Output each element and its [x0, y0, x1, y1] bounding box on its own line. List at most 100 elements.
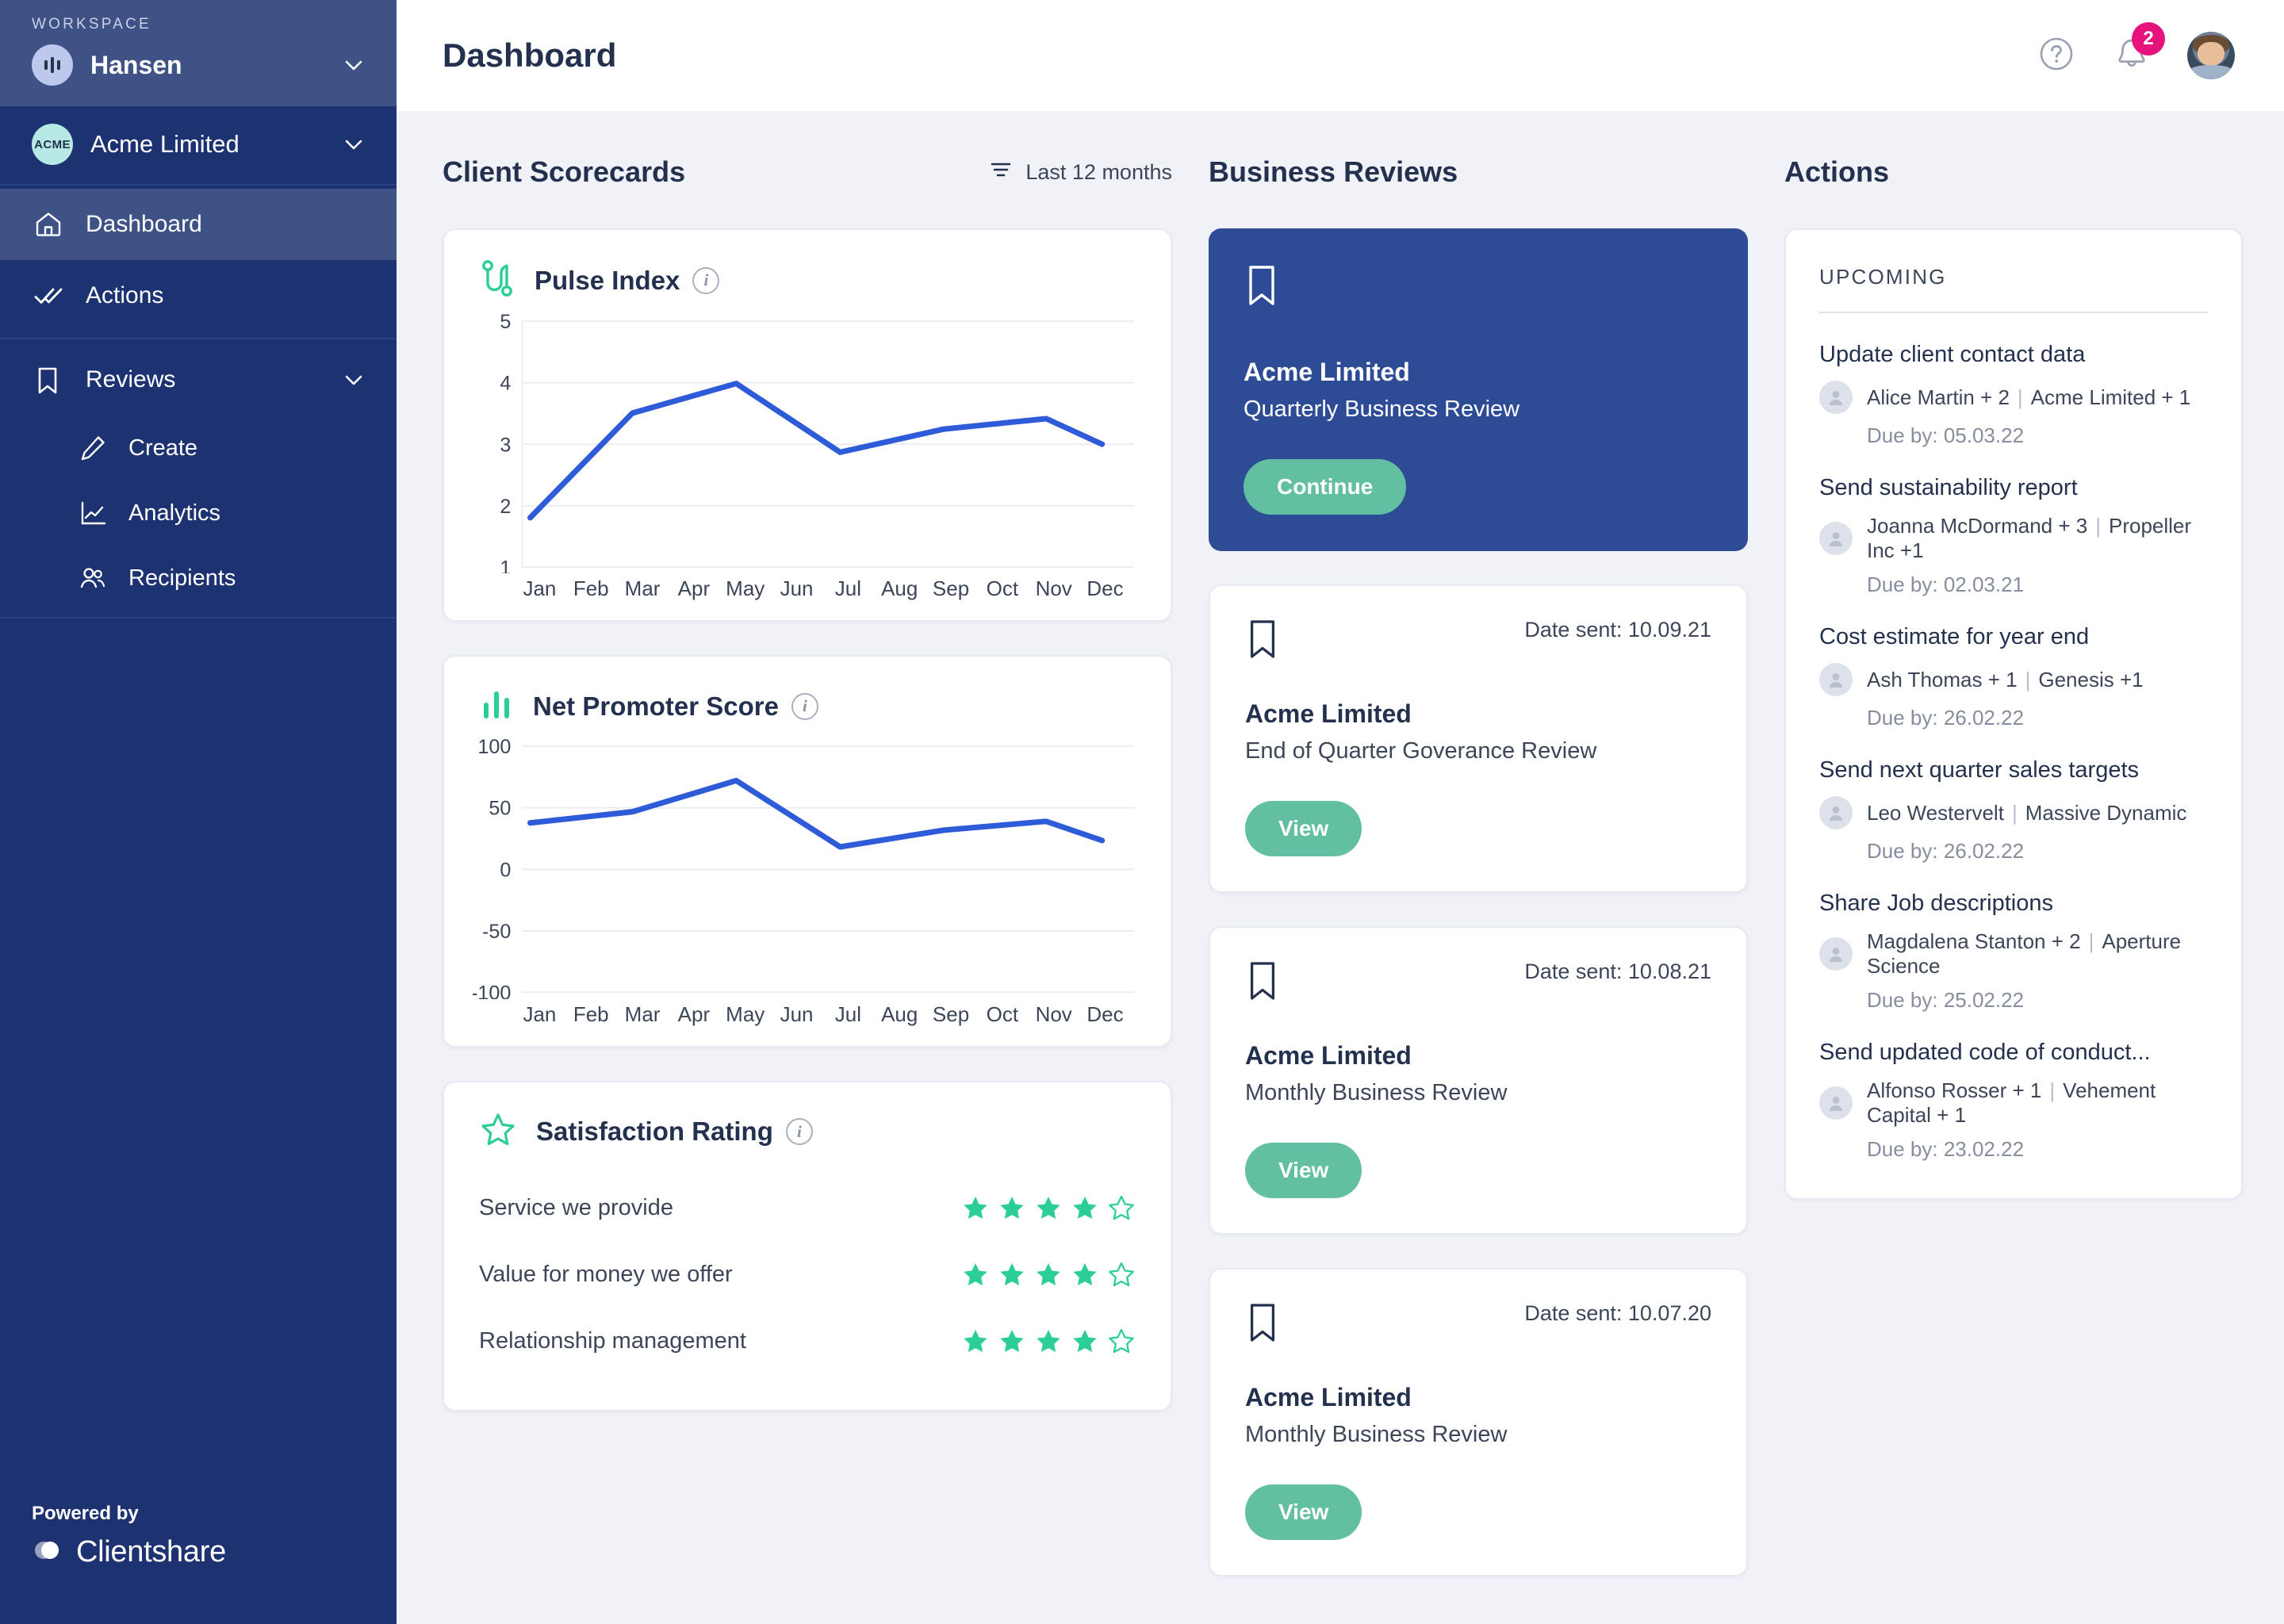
- help-button[interactable]: [2037, 34, 2076, 78]
- workspace-avatar-icon: [32, 44, 73, 86]
- app-root: WORKSPACE Hansen ACME Acme Limited Dashb…: [0, 0, 2284, 1624]
- action-list-item[interactable]: Cost estimate for year end Ash Thomas + …: [1819, 624, 2208, 730]
- x-tick: Feb: [573, 1002, 609, 1026]
- action-list-item[interactable]: Update client contact data Alice Martin …: [1819, 342, 2208, 448]
- avatar[interactable]: [2187, 32, 2235, 79]
- star-filled-icon: [1000, 1262, 1024, 1285]
- action-title: Update client contact data: [1819, 342, 2086, 367]
- svg-text:4: 4: [500, 373, 511, 395]
- x-tick: Aug: [881, 1002, 918, 1026]
- star-empty-icon: [1109, 1195, 1134, 1220]
- line-chart-icon: [78, 498, 113, 528]
- review-client-name: Acme Limited: [1245, 1041, 1412, 1070]
- nps-x-axis: Jan Feb Mar Apr May Jun Jul Aug Sep Oct …: [473, 1002, 1136, 1027]
- action-participants: Ash Thomas + 1 | Genesis +1: [1867, 667, 2144, 691]
- chevron-down-icon[interactable]: [343, 54, 365, 76]
- satisfaction-label: Value for money we offer: [479, 1262, 733, 1288]
- sidebar-item-actions[interactable]: Actions: [0, 260, 397, 331]
- action-participants: Magdalena Stanton + 2 | Aperture Science: [1867, 929, 2182, 978]
- view-button[interactable]: View: [1245, 801, 1362, 856]
- business-reviews-column: Business Reviews Acme Limited Quarterly …: [1209, 147, 1748, 1624]
- view-button[interactable]: View: [1245, 1143, 1362, 1198]
- notifications-button[interactable]: 2: [2111, 21, 2165, 79]
- x-tick: Jun: [780, 1002, 814, 1026]
- action-title: Send next quarter sales targets: [1819, 757, 2140, 783]
- action-title: Share Job descriptions: [1819, 891, 2053, 916]
- people-icon: [78, 563, 113, 593]
- sidebar-footer: Powered by Clientshare: [32, 1503, 226, 1570]
- review-card-primary[interactable]: Acme Limited Quarterly Business Review C…: [1209, 228, 1748, 551]
- action-list-item[interactable]: Send next quarter sales targets Leo West…: [1819, 757, 2208, 864]
- review-card[interactable]: Date sent: 10.07.20 Acme Limited Monthly…: [1209, 1268, 1748, 1576]
- workspace-name: Hansen: [90, 50, 182, 79]
- x-tick: Dec: [1086, 1002, 1124, 1026]
- info-icon[interactable]: i: [692, 266, 720, 294]
- topbar: Dashboard 2: [397, 0, 2284, 111]
- review-client-name: Acme Limited: [1245, 1383, 1412, 1411]
- star-filled-icon: [1073, 1196, 1097, 1219]
- x-tick: Apr: [677, 576, 711, 601]
- clientshare-logo-icon: [32, 1534, 63, 1570]
- review-client-name: Acme Limited: [1244, 358, 1410, 386]
- action-participants: Alice Martin + 2 | Acme Limited + 1: [1867, 385, 2191, 409]
- net-promoter-score-card: Net Promoter Score i 100 50 0 -50 -100 J…: [443, 655, 1172, 1048]
- info-icon[interactable]: i: [791, 692, 818, 720]
- double-check-icon: [32, 279, 68, 312]
- review-client-name: Acme Limited: [1245, 699, 1412, 728]
- bookmark-icon: [1245, 1301, 1280, 1348]
- satisfaction-label: Relationship management: [479, 1328, 746, 1354]
- x-tick: Mar: [624, 576, 661, 601]
- sidebar-item-label: Actions: [86, 282, 164, 308]
- svg-text:2: 2: [500, 496, 511, 518]
- svg-text:5: 5: [500, 311, 511, 333]
- bookmark-icon: [1244, 263, 1713, 312]
- upcoming-actions-card: UPCOMING Update client contact data Alic…: [1784, 228, 2243, 1200]
- action-list-item[interactable]: Send sustainability report Joanna McDorm…: [1819, 475, 2208, 597]
- avatar-face: [2198, 42, 2225, 67]
- sidebar-item-create[interactable]: Create: [0, 416, 397, 481]
- action-title: Send sustainability report: [1819, 475, 2078, 500]
- sidebar-divider: [0, 338, 397, 339]
- chevron-down-icon[interactable]: [343, 369, 365, 391]
- chevron-down-icon[interactable]: [343, 133, 365, 155]
- view-button[interactable]: View: [1245, 1484, 1362, 1540]
- star-filled-icon: [1000, 1329, 1024, 1352]
- star-rating: [961, 1261, 1136, 1289]
- action-due-date: Due by: 26.02.22: [1867, 839, 2025, 863]
- client-switcher[interactable]: ACME Acme Limited: [0, 106, 397, 186]
- sidebar-item-recipients[interactable]: Recipients: [0, 546, 397, 611]
- action-list-item[interactable]: Send updated code of conduct... Alfonso …: [1819, 1040, 2208, 1162]
- action-due-date: Due by: 05.03.22: [1867, 423, 2025, 447]
- client-name: Acme Limited: [90, 130, 240, 158]
- workspace-label: WORKSPACE: [32, 16, 151, 33]
- bookmark-icon: [32, 364, 68, 396]
- star-empty-icon: [1109, 1262, 1134, 1286]
- sidebar-group-reviews[interactable]: Reviews: [0, 344, 397, 416]
- sidebar: WORKSPACE Hansen ACME Acme Limited Dashb…: [0, 0, 397, 1624]
- star-filled-icon: [1037, 1196, 1060, 1219]
- workspace-switcher[interactable]: WORKSPACE Hansen: [0, 0, 397, 106]
- sidebar-item-analytics[interactable]: Analytics: [0, 481, 397, 546]
- satisfaction-label: Service we provide: [479, 1195, 673, 1221]
- x-tick: Jun: [780, 576, 814, 601]
- svg-text:3: 3: [500, 434, 511, 456]
- review-card[interactable]: Date sent: 10.08.21 Acme Limited Monthly…: [1209, 926, 1748, 1235]
- pulse-x-axis: Jan Feb Mar Apr May Jun Jul Aug Sep Oct …: [473, 576, 1136, 601]
- client-avatar: ACME: [32, 124, 73, 165]
- continue-button[interactable]: Continue: [1244, 459, 1407, 515]
- x-tick: Jul: [834, 576, 861, 601]
- action-list-item[interactable]: Share Job descriptions Magdalena Stanton…: [1819, 891, 2208, 1013]
- dashboard-content: Client Scorecards Last 12 months Pulse I…: [397, 111, 2284, 1624]
- action-participants: Joanna McDormand + 3 | Propeller Inc +1: [1867, 514, 2192, 562]
- x-tick: Jan: [523, 576, 557, 601]
- bookmark-icon: [1245, 618, 1280, 665]
- info-icon[interactable]: i: [785, 1118, 813, 1146]
- sidebar-item-dashboard[interactable]: Dashboard: [0, 189, 397, 260]
- x-tick: May: [726, 576, 765, 601]
- star-filled-icon: [1037, 1329, 1060, 1352]
- review-type: Quarterly Business Review: [1244, 396, 1520, 422]
- pulse-index-plot: 5 4 3 2 1: [500, 311, 1134, 573]
- x-tick: Aug: [881, 576, 918, 601]
- time-range-filter[interactable]: Last 12 months: [989, 158, 1172, 187]
- review-card[interactable]: Date sent: 10.09.21 Acme Limited End of …: [1209, 584, 1748, 893]
